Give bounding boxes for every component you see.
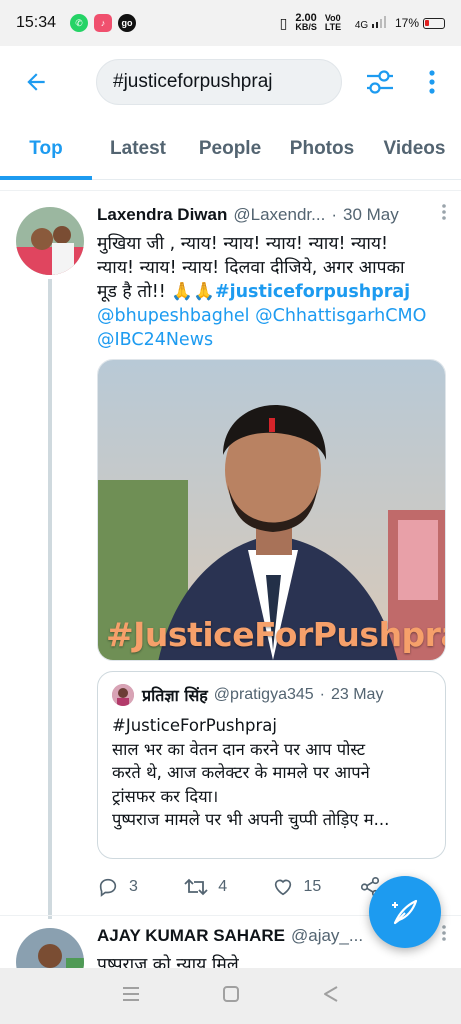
system-navigation-bar (0, 968, 461, 1024)
retweet-icon (184, 878, 208, 896)
battery-indicator: 17% (395, 16, 445, 30)
back-arrow-icon (27, 73, 45, 91)
tweet-text: मुखिया जी , न्याय! न्याय! न्याय! न्याय! … (97, 234, 427, 350)
quoted-tweet-date: 23 May (330, 686, 384, 703)
notification-app-icon: ♪ (94, 14, 113, 32)
search-input[interactable]: #justiceforpushpraj (96, 59, 342, 105)
tweet-text: पुष्पराज को न्याय मिले (97, 955, 239, 968)
hashtag-link[interactable]: #justiceforpushpraj (215, 282, 410, 302)
author-name[interactable]: AJAY KUMAR SAHARE (97, 926, 285, 946)
tab-latest[interactable]: Latest (92, 118, 184, 180)
nav-home-icon (223, 985, 240, 1002)
avatar (112, 684, 134, 706)
search-tabs: Top Latest People Photos Videos (0, 118, 461, 180)
search-filters-button[interactable] (358, 60, 402, 104)
status-time: 15:34 (16, 14, 57, 31)
quoted-tweet-text: #JusticeForPushpraj साल भर का वेतन दान क… (112, 716, 390, 829)
quoted-author-handle: @pratigya345 (213, 686, 314, 703)
like-button[interactable]: 15 (272, 876, 359, 898)
search-header: #justiceforpushpraj (0, 46, 461, 118)
nav-back-icon (324, 985, 338, 1002)
quoted-tweet-header: प्रतिज्ञा सिंह @pratigya345 · 23 May (112, 684, 431, 706)
reply-icon (99, 878, 117, 897)
network-speed: 2.00 KB/S (295, 12, 317, 32)
system-back-button[interactable] (322, 985, 340, 1008)
volte-badge: Vo0 LTE (324, 13, 342, 32)
go-app-icon: go (118, 14, 137, 32)
battery-icon (423, 17, 445, 29)
filter-sliders-icon (367, 70, 393, 94)
signal-bars-icon (371, 15, 386, 28)
tweet-image[interactable]: #JusticeForPushpraj (97, 359, 446, 661)
author-handle[interactable]: @ajay_... (291, 926, 363, 946)
tweet-menu-button[interactable] (441, 203, 447, 226)
avatar[interactable] (16, 928, 84, 968)
mention-link[interactable]: @IBC24News (97, 330, 213, 350)
reply-count: 3 (129, 878, 138, 895)
like-icon (274, 879, 291, 896)
tab-videos[interactable]: Videos (368, 118, 461, 180)
like-count: 15 (303, 878, 322, 895)
quoted-tweet[interactable]: प्रतिज्ञा सिंह @pratigya345 · 23 May #Ju… (97, 671, 446, 859)
home-button[interactable] (222, 985, 240, 1008)
status-bar: 15:34 ✆ ♪ go ▯ 2.00 KB/S Vo0 LTE 4G 17% (0, 0, 461, 46)
tab-photos[interactable]: Photos (276, 118, 368, 180)
meta-separator: · (319, 686, 325, 703)
whatsapp-icon: ✆ (70, 14, 89, 32)
avatar[interactable] (16, 207, 84, 275)
tweet-menu-button[interactable] (441, 924, 447, 947)
more-vertical-icon (429, 70, 435, 94)
mention-link[interactable]: @bhupeshbaghel (97, 306, 250, 326)
author-handle[interactable]: @Laxendr... (233, 205, 325, 225)
signal-4g: 4G (355, 15, 387, 31)
tweet-header: Laxendra Diwan @Laxendr... · 30 May (97, 203, 447, 226)
tweet-date: 30 May (342, 204, 399, 224)
quoted-author-name: प्रतिज्ञा सिंह (142, 686, 208, 705)
author-name[interactable]: Laxendra Diwan (97, 205, 227, 225)
nav-menu-icon (122, 986, 139, 1001)
recent-apps-button[interactable] (121, 985, 141, 1008)
reply-button[interactable]: 3 (97, 876, 184, 898)
search-query: #justiceforpushpraj (113, 71, 273, 92)
tab-people[interactable]: People (184, 118, 276, 180)
compose-feather-icon (392, 899, 418, 925)
compose-tweet-button[interactable] (369, 876, 441, 948)
vibrate-icon: ▯ (279, 14, 288, 31)
image-caption: #JusticeForPushpraj (106, 615, 446, 654)
meta-separator: · (331, 204, 337, 224)
mention-link[interactable]: @ChhattisgarhCMO (255, 306, 426, 326)
retweet-count: 4 (218, 878, 228, 895)
retweet-button[interactable]: 4 (184, 876, 271, 898)
back-button[interactable] (8, 54, 64, 110)
more-options-button[interactable] (410, 60, 454, 104)
thread-line (48, 279, 52, 919)
search-results-feed[interactable]: Laxendra Diwan @Laxendr... · 30 May मुखि… (0, 190, 461, 968)
more-vertical-icon (442, 204, 446, 220)
tab-top[interactable]: Top (0, 118, 92, 180)
more-vertical-icon (442, 925, 446, 941)
